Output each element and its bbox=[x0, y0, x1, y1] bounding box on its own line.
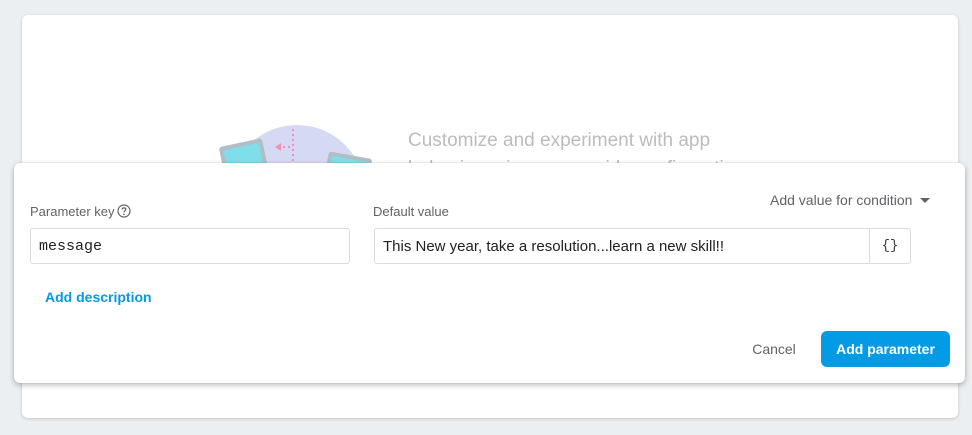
parameter-key-input[interactable] bbox=[30, 228, 350, 264]
add-description-link[interactable]: Add description bbox=[45, 289, 152, 305]
add-parameter-panel: Parameter key Default value {} Add value… bbox=[14, 163, 965, 383]
parameter-key-label: Parameter key bbox=[30, 204, 115, 219]
promo-line-1: Customize and experiment with app bbox=[408, 130, 711, 151]
cancel-button[interactable]: Cancel bbox=[740, 332, 808, 366]
add-condition-dropdown[interactable]: Add value for condition bbox=[770, 192, 931, 208]
add-condition-label: Add value for condition bbox=[770, 192, 913, 208]
default-value-label: Default value bbox=[373, 204, 449, 219]
help-circle-icon[interactable] bbox=[117, 204, 131, 218]
json-braces-icon[interactable]: {} bbox=[869, 229, 910, 263]
add-parameter-button[interactable]: Add parameter bbox=[821, 331, 950, 367]
default-value-group: {} bbox=[374, 228, 911, 264]
default-value-input[interactable] bbox=[375, 229, 869, 263]
caret-down-icon bbox=[920, 197, 931, 203]
